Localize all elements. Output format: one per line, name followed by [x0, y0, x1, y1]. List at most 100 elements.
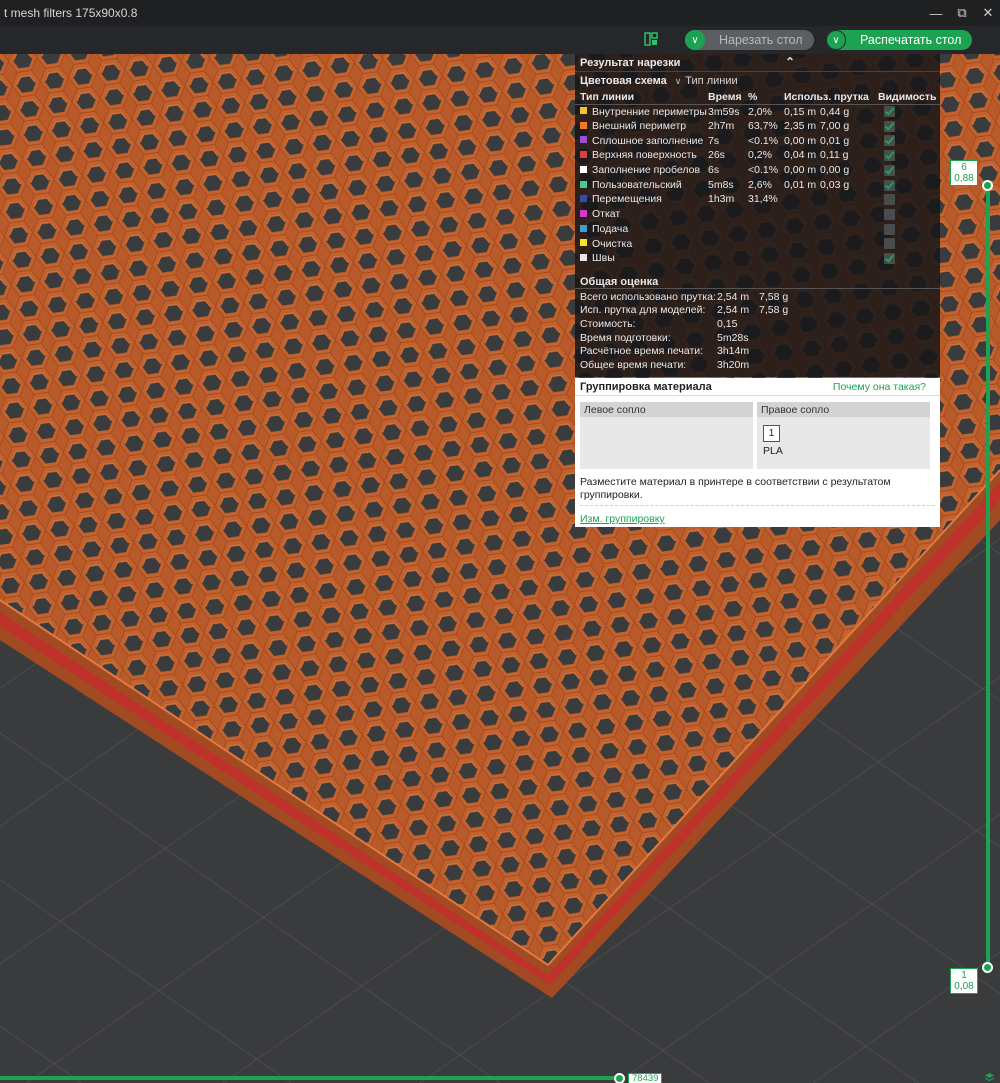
line-type-table: Тип линии Время % Использ. прутка Видимо… [575, 90, 940, 266]
visibility-checkbox[interactable] [884, 179, 895, 191]
summary-value: 0,15 [717, 317, 738, 330]
visibility-checkbox[interactable] [884, 135, 895, 147]
line-type-length [784, 251, 820, 266]
color-scheme-select[interactable]: Тип линии [685, 75, 737, 87]
visibility-cell [878, 148, 940, 163]
visibility-checkbox[interactable] [884, 252, 895, 264]
line-type-weight: 0,00 g [820, 164, 850, 177]
line-type-length: 0,00 m [784, 164, 817, 177]
visibility-checkbox[interactable] [884, 106, 895, 118]
visibility-cell [878, 104, 940, 119]
line-type-time: 3m59s [708, 105, 740, 118]
line-type-name: Подача [575, 222, 708, 237]
divider [580, 505, 935, 506]
filament-slot[interactable]: 1 [763, 425, 780, 442]
visibility-checkbox[interactable] [884, 164, 895, 176]
line-type-row: Внешний периметр 2h7m 63,7% 2,35 m 7,00 g [575, 119, 940, 134]
top-layer-handle[interactable] [982, 180, 993, 191]
line-type-time [708, 236, 748, 251]
slice-result-header[interactable]: Результат нарезки ⌃ [575, 54, 940, 72]
line-type-length: 0,04 m [784, 149, 817, 162]
material-grouping-header: Группировка материала Почему она такая? [575, 378, 940, 396]
collapse-icon[interactable]: ⌃ [785, 55, 795, 69]
line-type-row: Сплошное заполнение 7s <0.1% 0,00 m 0,01 g [575, 133, 940, 148]
why-link[interactable]: Почему она такая? [833, 381, 926, 393]
visibility-checkbox[interactable] [884, 223, 895, 235]
chevron-down-icon[interactable]: ∨ [826, 30, 846, 50]
line-type-length [784, 192, 820, 207]
summary-value: 2,54 m [717, 290, 750, 303]
bottom-layer-handle[interactable] [982, 962, 993, 973]
summary-key: Время подготовки: [580, 331, 671, 344]
line-type-row: Внутренние периметры 3m59s 2,0% 0,15 m 0,44 … [575, 104, 940, 119]
line-type-time: 5m8s [708, 178, 734, 191]
col-header-percent: % [748, 90, 784, 105]
summary-row: Всего использовано прутка: 2,54 m 7,58 g [575, 291, 940, 305]
line-type-time: 26s [708, 149, 725, 162]
visibility-cell [878, 119, 940, 134]
line-type-percent [748, 236, 784, 251]
print-plate-button[interactable]: ∨ Распечатать стол [826, 30, 972, 50]
visibility-checkbox[interactable] [884, 208, 895, 220]
visibility-cell [878, 251, 940, 266]
line-type-weight [820, 222, 878, 237]
visibility-checkbox[interactable] [884, 194, 895, 206]
summary-value: 3h14m [717, 345, 750, 358]
line-type-label: Сплошное заполнение [592, 134, 704, 147]
line-type-label: Очистка [592, 237, 633, 250]
line-type-percent: 2,6% [748, 178, 772, 191]
color-swatch [580, 121, 587, 129]
line-type-name: Очистка [575, 236, 708, 251]
line-type-length [784, 236, 820, 251]
line-type-percent [748, 251, 784, 266]
visibility-cell [878, 133, 940, 148]
summary-row: Стоимость: 0,15 [575, 318, 940, 332]
layout-icon[interactable] [644, 32, 658, 46]
line-type-length: 0,01 m [784, 178, 817, 191]
line-type-weight: 0,01 g [820, 134, 850, 147]
visibility-checkbox[interactable] [884, 120, 895, 132]
close-icon[interactable]: ✕ [972, 0, 1000, 26]
bottom-layer-height: 0,08 [954, 981, 974, 992]
chevron-down-icon[interactable]: ∨ [675, 76, 682, 87]
move-slider-handle[interactable] [614, 1073, 625, 1083]
visibility-checkbox[interactable] [884, 150, 895, 162]
left-nozzle-box: Левое сопло [580, 402, 753, 469]
summary-value: 3h20m [717, 359, 750, 371]
line-type-length: 2,35 m [784, 120, 817, 133]
visibility-checkbox[interactable] [884, 238, 895, 250]
change-grouping-link[interactable]: Изм. группировку [580, 513, 665, 525]
move-slider-track[interactable] [0, 1076, 620, 1080]
color-scheme-row: Цветовая схема ∨ Тип линии [575, 72, 940, 90]
line-type-percent: <0.1% [748, 134, 779, 147]
chevron-down-icon[interactable]: ∨ [685, 30, 705, 50]
line-type-label: Перемещения [592, 193, 662, 206]
slice-plate-button[interactable]: ∨ Нарезать стол [685, 30, 814, 50]
line-type-row: Заполнение пробелов 6s <0.1% 0,00 m 0,00 g [575, 163, 940, 178]
summary-key: Расчётное время печати: [580, 345, 704, 358]
color-swatch [580, 239, 587, 247]
line-type-label: Откат [592, 208, 621, 221]
line-type-time: 7s [708, 134, 720, 147]
summary-value-2: 7,58 g [759, 290, 789, 303]
summary-row: Исп. прутка для моделей: 2,54 m 7,58 g [575, 304, 940, 318]
line-type-name: Верхняя поверхность [575, 148, 708, 163]
color-swatch [580, 195, 587, 203]
layers-icon[interactable] [984, 1072, 995, 1083]
line-type-weight [820, 251, 878, 266]
visibility-cell [878, 236, 940, 251]
summary-title: Общая оценка [575, 272, 940, 289]
layer-slider-track[interactable] [986, 185, 990, 968]
line-type-row: Пользовательский 5m8s 2,6% 0,01 m 0,03 g [575, 177, 940, 192]
line-type-label: Внутренние периметры [592, 105, 707, 118]
line-type-length: 0,15 m [784, 105, 817, 118]
material-grouping-title: Группировка материала [580, 380, 712, 393]
line-type-label: Верхняя поверхность [592, 149, 697, 162]
line-type-label: Пользовательский [592, 178, 682, 191]
line-type-label: Внешний периметр [592, 120, 687, 133]
summary-key: Исп. прутка для моделей: [580, 304, 706, 317]
line-type-name: Перемещения [575, 192, 708, 207]
left-nozzle-label: Левое сопло [580, 402, 753, 417]
filament-name: PLA [763, 445, 783, 457]
visibility-cell [878, 222, 940, 237]
